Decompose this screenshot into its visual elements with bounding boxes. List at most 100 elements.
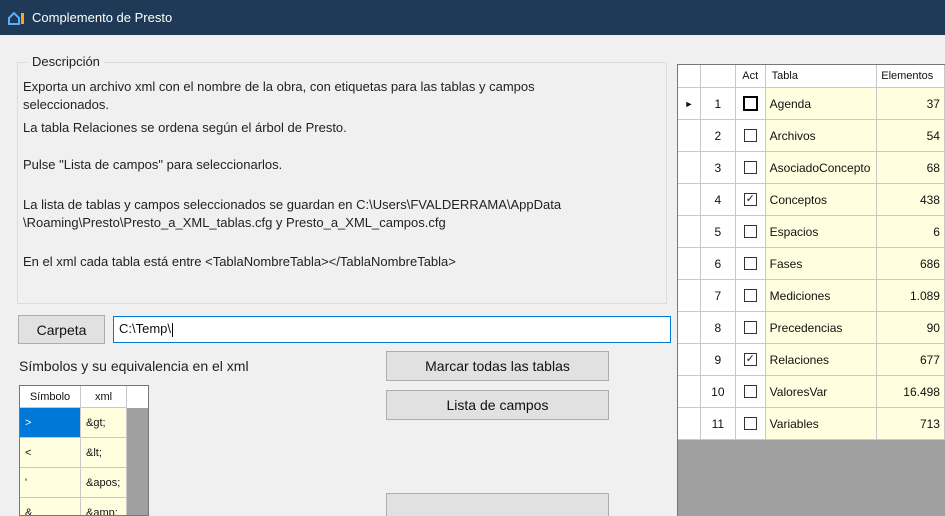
symbol-cell[interactable]: >: [20, 408, 81, 438]
table-row[interactable]: 3 AsociadoConcepto 68: [678, 152, 945, 184]
table-row[interactable]: 6 Fases 686: [678, 248, 945, 280]
element-count-cell[interactable]: 713: [877, 408, 945, 440]
mark-all-tables-button[interactable]: Marcar todas las tablas: [386, 351, 609, 381]
element-count-cell[interactable]: 90: [877, 312, 945, 344]
column-header-xml[interactable]: xml: [81, 386, 127, 408]
table-name-cell[interactable]: Variables: [765, 408, 878, 440]
element-count-cell[interactable]: 6: [877, 216, 945, 248]
field-list-button[interactable]: Lista de campos: [386, 390, 609, 420]
table-row[interactable]: 11 Variables 713: [678, 408, 945, 440]
description-line: Exporta un archivo xml con el nombre de …: [23, 79, 535, 94]
row-header[interactable]: [678, 312, 701, 344]
active-checkbox-cell[interactable]: [735, 376, 766, 408]
active-checkbox[interactable]: [743, 225, 757, 238]
folder-button[interactable]: Carpeta: [18, 315, 105, 344]
active-checkbox[interactable]: [743, 321, 757, 334]
table-row[interactable]: 10 ValoresVar 16.498: [678, 376, 945, 408]
table-name-cell[interactable]: Relaciones: [765, 344, 878, 376]
table-row[interactable]: 9 ✓ Relaciones 677: [678, 344, 945, 376]
element-count-cell[interactable]: 54: [877, 120, 945, 152]
table-row[interactable]: 2 Archivos 54: [678, 120, 945, 152]
table-name-cell[interactable]: ValoresVar: [765, 376, 878, 408]
row-header[interactable]: [678, 184, 701, 216]
active-checkbox-checked[interactable]: ✓: [743, 193, 757, 206]
row-header[interactable]: [678, 152, 701, 184]
row-header[interactable]: [678, 344, 701, 376]
symbols-row[interactable]: > &gt;: [20, 408, 148, 438]
active-checkbox-cell[interactable]: [735, 216, 766, 248]
active-checkbox-cell[interactable]: ✓: [735, 184, 766, 216]
xml-cell[interactable]: &gt;: [81, 408, 127, 438]
table-row[interactable]: 7 Mediciones 1.089: [678, 280, 945, 312]
column-header-elements[interactable]: Elementos: [877, 65, 945, 88]
row-header[interactable]: [678, 120, 701, 152]
column-header-table[interactable]: Tabla: [765, 65, 878, 88]
element-count-cell[interactable]: 677: [877, 344, 945, 376]
symbols-row[interactable]: & &amp;: [20, 498, 148, 515]
active-checkbox-cell[interactable]: [735, 120, 766, 152]
row-header[interactable]: [678, 376, 701, 408]
symbol-cell[interactable]: &: [20, 498, 81, 515]
xml-cell[interactable]: &amp;: [81, 498, 127, 515]
folder-path-input[interactable]: C:\Temp\: [113, 316, 671, 343]
table-row[interactable]: ► 1 Agenda 37: [678, 88, 945, 120]
active-checkbox-cell[interactable]: [735, 408, 766, 440]
active-checkbox[interactable]: [742, 96, 758, 111]
symbols-row[interactable]: ' &apos;: [20, 468, 148, 498]
active-checkbox[interactable]: [743, 129, 757, 142]
column-header-active[interactable]: Act: [735, 65, 766, 88]
main-window: Complemento de Presto Descripción Export…: [0, 0, 945, 516]
active-checkbox[interactable]: [743, 161, 757, 174]
column-header-number[interactable]: [700, 65, 736, 88]
element-count-cell[interactable]: 68: [877, 152, 945, 184]
element-count-cell[interactable]: 686: [877, 248, 945, 280]
row-header[interactable]: [678, 280, 701, 312]
element-count-cell[interactable]: 1.089: [877, 280, 945, 312]
active-checkbox-cell[interactable]: [735, 88, 766, 120]
table-name-cell[interactable]: Espacios: [765, 216, 878, 248]
row-header-corner[interactable]: [678, 65, 701, 88]
active-checkbox-checked[interactable]: ✓: [743, 353, 757, 366]
row-number: 1: [700, 88, 736, 120]
symbol-cell[interactable]: ': [20, 468, 81, 498]
row-number: 9: [700, 344, 736, 376]
table-name-cell[interactable]: Fases: [765, 248, 878, 280]
active-checkbox-cell[interactable]: [735, 152, 766, 184]
element-count-cell[interactable]: 16.498: [877, 376, 945, 408]
table-row[interactable]: 4 ✓ Conceptos 438: [678, 184, 945, 216]
active-checkbox[interactable]: [743, 289, 757, 302]
unlabeled-button[interactable]: [386, 493, 609, 516]
row-number: 2: [700, 120, 736, 152]
xml-cell[interactable]: &apos;: [81, 468, 127, 498]
xml-cell[interactable]: &lt;: [81, 438, 127, 468]
description-legend: Descripción: [28, 54, 104, 69]
title-bar[interactable]: Complemento de Presto: [0, 0, 945, 35]
table-name-cell[interactable]: AsociadoConcepto: [765, 152, 878, 184]
active-checkbox-cell[interactable]: ✓: [735, 344, 766, 376]
active-checkbox[interactable]: [743, 385, 757, 398]
row-number: 11: [700, 408, 736, 440]
row-header[interactable]: [678, 408, 701, 440]
symbol-cell[interactable]: <: [20, 438, 81, 468]
symbols-grid[interactable]: Símbolo xml > &gt; < &lt; ' &apos; & &am…: [19, 385, 149, 516]
tables-grid[interactable]: Act Tabla Elementos ► 1 Agenda 37 2 Arch…: [677, 64, 945, 516]
element-count-cell[interactable]: 438: [877, 184, 945, 216]
element-count-cell[interactable]: 37: [877, 88, 945, 120]
active-checkbox-cell[interactable]: [735, 280, 766, 312]
row-header[interactable]: [678, 216, 701, 248]
active-checkbox[interactable]: [743, 257, 757, 270]
table-row[interactable]: 8 Precedencias 90: [678, 312, 945, 344]
table-name-cell[interactable]: Mediciones: [765, 280, 878, 312]
table-name-cell[interactable]: Archivos: [765, 120, 878, 152]
column-header-symbol[interactable]: Símbolo: [20, 386, 81, 408]
row-header[interactable]: [678, 248, 701, 280]
table-name-cell[interactable]: Agenda: [765, 88, 878, 120]
table-name-cell[interactable]: Precedencias: [765, 312, 878, 344]
tables-header-row: Act Tabla Elementos: [678, 65, 945, 88]
symbols-row[interactable]: < &lt;: [20, 438, 148, 468]
active-checkbox-cell[interactable]: [735, 312, 766, 344]
active-checkbox-cell[interactable]: [735, 248, 766, 280]
table-row[interactable]: 5 Espacios 6: [678, 216, 945, 248]
table-name-cell[interactable]: Conceptos: [765, 184, 878, 216]
active-checkbox[interactable]: [743, 417, 757, 430]
